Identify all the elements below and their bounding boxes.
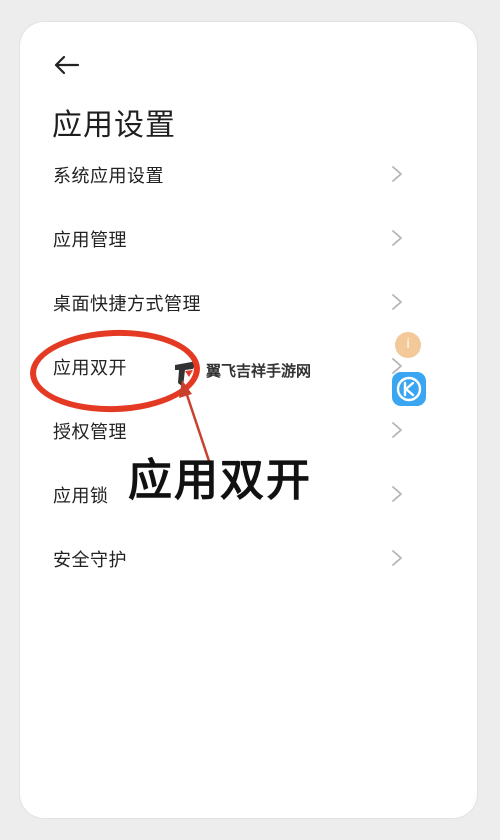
menu-item-label: 应用管理 [53,230,127,251]
k-app-icon[interactable] [392,372,426,406]
menu-item-security-guard[interactable]: 安全守护 [20,526,477,590]
menu-item-label: 应用双开 [53,358,127,379]
k-letter-icon [396,376,422,402]
page-title: 应用设置 [52,108,176,143]
menu-item-label: 系统应用设置 [53,166,164,187]
menu-item-desktop-shortcuts[interactable]: 桌面快捷方式管理 [20,270,477,334]
back-arrow-icon[interactable] [52,50,82,80]
chevron-right-icon [392,422,402,438]
menu-item-label: 桌面快捷方式管理 [53,294,201,315]
annotation-callout: 应用双开 [128,455,312,506]
menu-item-label: 应用锁 [53,486,109,507]
chevron-right-icon [392,166,402,182]
menu-item-app-management[interactable]: 应用管理 [20,206,477,270]
settings-screen: 应用设置 系统应用设置 应用管理 桌面快捷方式管理 应用双开 授权管理 应用锁 … [20,22,477,818]
menu-item-label: 授权管理 [53,422,127,443]
chevron-right-icon [392,230,402,246]
chevron-right-icon [392,486,402,502]
floating-info-bubble[interactable]: i [395,332,421,358]
chevron-right-icon [392,294,402,310]
menu-item-system-app-settings[interactable]: 系统应用设置 [20,142,477,206]
chevron-right-icon [392,550,402,566]
menu-item-label: 安全守护 [53,550,127,571]
